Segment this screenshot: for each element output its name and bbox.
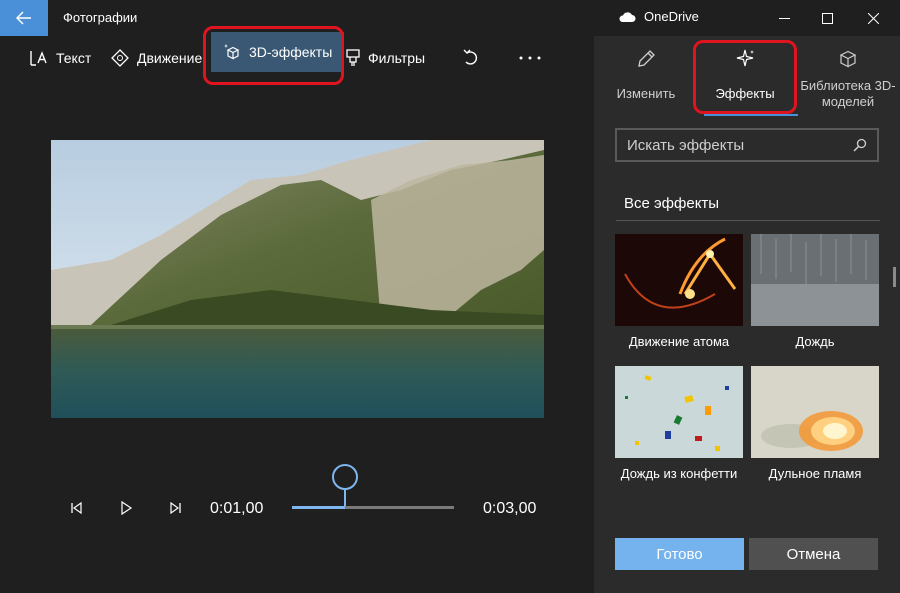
onedrive-label: OneDrive — [644, 9, 699, 24]
tab-selected-indicator — [704, 114, 798, 116]
section-title: Все эффекты — [624, 195, 720, 212]
search-input[interactable] — [627, 136, 847, 154]
minimize-button[interactable] — [761, 0, 807, 36]
cancel-button[interactable]: Отмена — [749, 538, 878, 570]
step-forward-icon — [170, 501, 181, 515]
rain-preview-icon — [751, 234, 879, 326]
app-title: Фотографии — [63, 10, 138, 25]
pencil-icon — [638, 50, 655, 67]
maximize-button[interactable] — [804, 0, 850, 36]
more-options-button[interactable] — [519, 36, 541, 80]
previous-frame-button[interactable] — [66, 498, 86, 518]
confetti-thumbnail — [615, 366, 743, 458]
effect-label: Движение атома — [628, 334, 730, 349]
highlight-effects-tab — [693, 40, 797, 114]
text-tool-button[interactable]: Текст — [30, 36, 91, 80]
timeline-slider[interactable] — [292, 506, 454, 509]
effect-label: Дождь — [795, 334, 835, 349]
minimize-icon — [778, 17, 790, 19]
maximize-icon — [821, 12, 833, 24]
done-button[interactable]: Готово — [615, 538, 744, 570]
filters-tool-button[interactable]: Фильтры — [346, 36, 425, 80]
effect-card-rain[interactable]: Дождь — [751, 234, 879, 349]
confetti-preview-icon — [615, 366, 743, 458]
effect-card-confetti[interactable]: Дождь из конфетти — [615, 366, 743, 481]
search-icon[interactable] — [853, 138, 867, 152]
tab-3d-library-label: Библиотека 3D-моделей — [800, 78, 896, 109]
filters-tool-label: Фильтры — [368, 50, 426, 66]
cloud-icon — [619, 11, 636, 22]
timeline-handle[interactable] — [332, 464, 359, 490]
effect-label: Дождь из конфетти — [620, 466, 738, 481]
timeline-progress — [292, 506, 346, 509]
motion-icon — [111, 49, 129, 67]
current-time: 0:01,00 — [210, 500, 264, 517]
tab-edit[interactable]: Изменить — [602, 44, 690, 116]
title-bar: Фотографии OneDrive — [0, 0, 900, 36]
section-divider — [616, 220, 880, 221]
video-preview — [51, 140, 544, 418]
rain-thumbnail — [751, 234, 879, 326]
search-effects-field[interactable] — [615, 128, 879, 162]
tab-3d-library[interactable]: Библиотека 3D-моделей — [798, 44, 898, 116]
landscape-image — [51, 140, 544, 418]
atom-thumbnail — [615, 234, 743, 326]
tab-edit-label: Изменить — [616, 86, 676, 101]
atom-motion-preview-icon — [615, 234, 743, 326]
play-icon — [121, 501, 133, 515]
highlight-3d-effects — [203, 26, 344, 85]
text-tool-label: Текст — [56, 50, 92, 66]
panel-scrollbar[interactable] — [893, 267, 896, 287]
onedrive-status[interactable]: OneDrive — [618, 9, 699, 24]
play-button[interactable] — [116, 498, 136, 518]
effect-card-atom[interactable]: Движение атома — [615, 234, 743, 349]
player-controls: 0:01,00 0:03,00 — [0, 460, 594, 560]
cube-icon — [839, 50, 857, 68]
effects-panel: Изменить Эффекты Библиотека 3D-моделей В… — [594, 36, 900, 593]
motion-tool-button[interactable]: Движение — [111, 36, 202, 80]
filters-icon — [346, 49, 360, 66]
effect-label: Дульное пламя — [768, 466, 862, 481]
timeline-handle-stem[interactable] — [344, 488, 347, 506]
muzzle-flash-thumbnail — [751, 366, 879, 458]
back-arrow-icon — [16, 11, 31, 25]
close-button[interactable] — [850, 0, 896, 36]
total-time: 0:03,00 — [483, 500, 537, 517]
back-button[interactable] — [0, 0, 48, 36]
undo-button[interactable] — [462, 36, 480, 80]
text-icon — [30, 51, 47, 66]
close-icon — [867, 12, 879, 24]
step-back-icon — [71, 501, 82, 515]
muzzle-flash-preview-icon — [751, 366, 879, 458]
undo-icon — [463, 49, 478, 65]
motion-tool-label: Движение — [137, 50, 203, 66]
more-icon — [519, 56, 541, 60]
next-frame-button[interactable] — [166, 498, 186, 518]
effect-card-muzzle-flash[interactable]: Дульное пламя — [751, 366, 879, 481]
